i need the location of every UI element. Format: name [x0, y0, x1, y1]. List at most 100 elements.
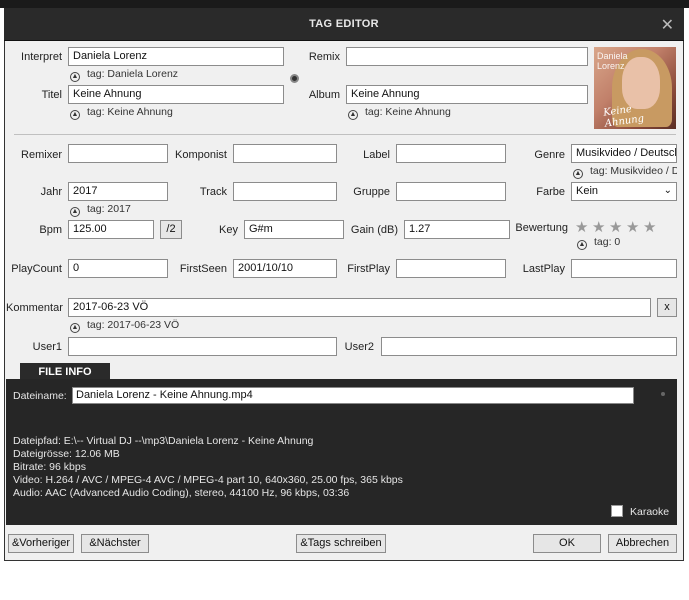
star-icon-2[interactable]: ★	[592, 220, 605, 235]
titel-input[interactable]: Keine Ahnung	[68, 85, 284, 104]
user2-label: User2	[344, 341, 374, 353]
gain-label: Gain (dB)	[350, 224, 398, 236]
star-icon-4[interactable]: ★	[626, 220, 639, 235]
genre-input[interactable]: Musikvideo / Deutsch	[571, 144, 677, 163]
bewertung-tag[interactable]: ▲ tag: 0	[577, 236, 620, 250]
previous-button[interactable]: &Vorheriger	[8, 534, 74, 553]
kommentar-tag-text: tag: 2017-06-23 VÖ	[87, 319, 180, 331]
separator	[14, 134, 676, 135]
cover-art-image[interactable]: Daniela Lorenz Keine Ahnung	[594, 47, 676, 129]
firstplay-input[interactable]	[396, 259, 506, 278]
label-label: Label	[363, 149, 390, 161]
jahr-tag-text: tag: 2017	[87, 203, 131, 215]
kommentar-tag[interactable]: ▲ tag: 2017-06-23 VÖ	[70, 319, 179, 333]
file-info-line: Video: H.264 / AVC / MPEG-4 AVC / MPEG-4…	[13, 474, 403, 486]
background-area	[0, 562, 689, 600]
arrow-up-icon: ▲	[70, 110, 80, 120]
cancel-button[interactable]: Abbrechen	[608, 534, 677, 553]
remixer-label: Remixer	[21, 149, 62, 161]
remixer-input[interactable]	[68, 144, 168, 163]
farbe-label: Farbe	[536, 186, 565, 198]
chevron-down-icon: ⌄	[663, 185, 672, 196]
key-label: Key	[219, 224, 238, 236]
cover-face	[622, 57, 660, 109]
firstplay-label: FirstPlay	[347, 263, 390, 275]
interpret-label: Interpret	[21, 51, 62, 63]
file-info-line: Bitrate: 96 kbps	[13, 461, 86, 473]
titel-label: Titel	[41, 89, 62, 101]
track-label: Track	[199, 186, 227, 198]
album-input[interactable]: Keine Ahnung	[346, 85, 588, 104]
bewertung-tag-text: tag: 0	[594, 236, 621, 248]
window-title: TAG EDITOR	[309, 18, 379, 30]
karaoke-checkbox[interactable]	[611, 505, 623, 517]
firstseen-input[interactable]: 2001/10/10	[233, 259, 337, 278]
album-label: Album	[308, 89, 340, 101]
next-button[interactable]: &Nächster	[81, 534, 149, 553]
kommentar-clear-button[interactable]: x	[657, 298, 677, 317]
user1-input[interactable]	[68, 337, 337, 356]
dateiname-input[interactable]: Daniela Lorenz - Keine Ahnung.mp4	[72, 387, 634, 404]
key-input[interactable]: G#m	[244, 220, 344, 239]
titel-tag[interactable]: ▲ tag: Keine Ahnung	[70, 106, 173, 120]
star-icon-1[interactable]: ★	[575, 220, 588, 235]
dateiname-label: Dateiname:	[13, 390, 67, 402]
star-icon-5[interactable]: ★	[643, 220, 656, 235]
playcount-input[interactable]: 0	[68, 259, 168, 278]
gain-input[interactable]: 1.27	[404, 220, 510, 239]
arrow-up-icon: ▲	[70, 207, 80, 217]
album-tag-text: tag: Keine Ahnung	[365, 106, 451, 118]
bpm-half-button[interactable]: /2	[160, 220, 182, 239]
file-info-line: Dateigrösse: 12.06 MB	[13, 448, 120, 460]
titel-tag-text: tag: Keine Ahnung	[87, 106, 173, 118]
genre-tag[interactable]: ▲ tag: Musikvideo / D	[573, 165, 677, 179]
komponist-label: Komponist	[175, 149, 227, 161]
file-info-line: Dateipfad: E:\-- Virtual DJ --\mp3\Danie…	[13, 435, 314, 447]
arrow-up-icon: ▲	[348, 110, 358, 120]
interpret-tag[interactable]: ▲ tag: Daniela Lorenz	[70, 68, 178, 82]
user2-input[interactable]	[381, 337, 677, 356]
jahr-input[interactable]: 2017	[68, 182, 168, 201]
remix-input[interactable]	[346, 47, 588, 66]
label-input[interactable]	[396, 144, 506, 163]
jahr-tag[interactable]: ▲ tag: 2017	[70, 203, 131, 217]
genre-tag-text: tag: Musikvideo / D	[590, 165, 677, 177]
bewertung-label: Bewertung	[515, 222, 568, 234]
lastplay-input[interactable]	[571, 259, 677, 278]
file-info-line: Audio: AAC (Advanced Audio Coding), ster…	[13, 487, 350, 499]
track-input[interactable]	[233, 182, 337, 201]
playcount-label: PlayCount	[11, 263, 62, 275]
bpm-input[interactable]: 125.00	[68, 220, 154, 239]
kommentar-input[interactable]: 2017-06-23 VÖ	[68, 298, 651, 317]
jahr-label: Jahr	[40, 186, 62, 198]
arrow-up-icon: ▲	[573, 169, 583, 179]
farbe-select[interactable]: Kein ⌄	[571, 182, 677, 201]
firstseen-label: FirstSeen	[179, 263, 227, 275]
top-strip	[0, 0, 689, 8]
arrow-up-icon: ▲	[70, 72, 80, 82]
write-tags-button[interactable]: &Tags schreiben	[296, 534, 386, 553]
album-tag[interactable]: ▲ tag: Keine Ahnung	[348, 106, 451, 120]
kommentar-label: Kommentar	[6, 302, 63, 314]
gruppe-input[interactable]	[396, 182, 506, 201]
cover-artist-text: Daniela Lorenz	[597, 51, 628, 71]
gruppe-label: Gruppe	[353, 186, 390, 198]
cover-title-text: Keine Ahnung	[602, 103, 645, 129]
komponist-input[interactable]	[233, 144, 337, 163]
remix-label: Remix	[308, 51, 340, 63]
arrow-up-icon: ▲	[70, 323, 80, 333]
link-knob-icon[interactable]	[290, 74, 299, 83]
ok-button[interactable]: OK	[533, 534, 601, 553]
bpm-label: Bpm	[39, 224, 62, 236]
star-icon-3[interactable]: ★	[609, 220, 622, 235]
interpret-input[interactable]: Daniela Lorenz	[68, 47, 284, 66]
close-icon[interactable]: ✕	[661, 15, 674, 35]
interpret-tag-text: tag: Daniela Lorenz	[87, 68, 179, 80]
lastplay-label: LastPlay	[522, 263, 565, 275]
dot-icon	[661, 392, 665, 396]
arrow-up-icon: ▲	[577, 240, 587, 250]
user1-label: User1	[32, 341, 62, 353]
genre-label: Genre	[534, 149, 565, 161]
karaoke-label: Karaoke	[630, 506, 670, 518]
farbe-value: Kein	[576, 185, 599, 197]
